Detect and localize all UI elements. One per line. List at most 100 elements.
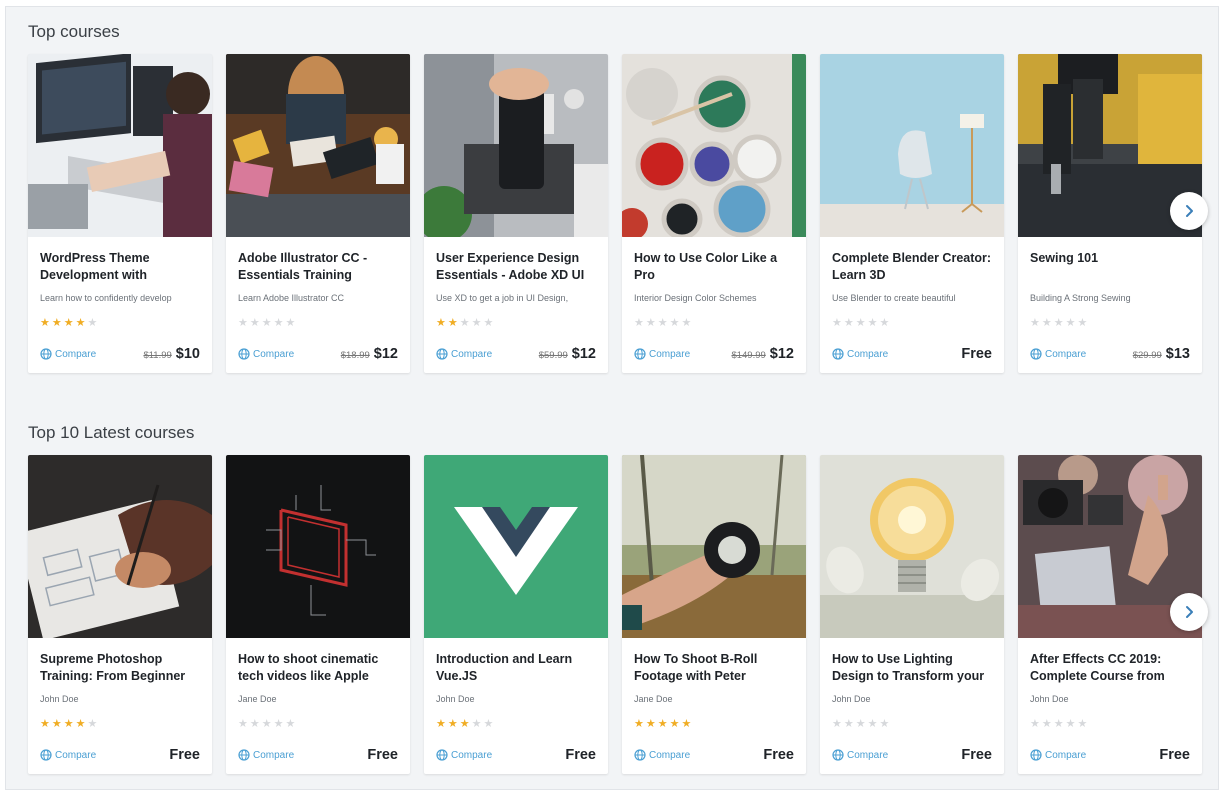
price: Free (961, 346, 992, 362)
carousel-next-button[interactable] (1170, 593, 1208, 631)
course-image[interactable] (226, 455, 410, 638)
course-instructor: Jane Doe (238, 694, 277, 704)
star-icon: ★ (832, 317, 842, 329)
course-image[interactable] (820, 54, 1004, 237)
course-title[interactable]: How to shoot cinematic tech videos like … (238, 651, 398, 685)
course-title[interactable]: How to Use Lighting Design to Transform … (832, 651, 992, 685)
price: $10 (175, 346, 200, 362)
card-footer: Compare Free (832, 345, 992, 363)
course-card[interactable]: Introduction and Learn Vue.JS John Doe ★… (424, 455, 608, 774)
course-card[interactable]: Complete Blender Creator: Learn 3D Use B… (820, 54, 1004, 373)
course-title[interactable]: WordPress Theme Development with (40, 250, 200, 284)
carousel-next-button[interactable] (1170, 192, 1208, 230)
star-icon: ★ (436, 718, 446, 730)
price-area: Free (367, 747, 398, 763)
star-icon: ★ (1030, 317, 1040, 329)
star-icon: ★ (645, 718, 656, 730)
compare-link[interactable]: Compare (436, 348, 492, 360)
course-carousel: Supreme Photoshop Training: From Beginne… (28, 455, 1208, 774)
compare-label: Compare (55, 348, 97, 360)
compare-link[interactable]: Compare (634, 348, 690, 360)
star-icon: ★ (273, 317, 284, 329)
course-card[interactable]: User Experience Design Essentials - Adob… (424, 54, 608, 373)
star-icon: ★ (261, 317, 272, 329)
star-icon: ★ (1041, 718, 1052, 730)
price: Free (763, 747, 794, 763)
star-icon: ★ (273, 718, 284, 730)
course-title[interactable]: Sewing 101 (1030, 250, 1190, 284)
course-card[interactable]: How To Shoot B-Roll Footage with Peter J… (622, 455, 806, 774)
course-title[interactable]: Supreme Photoshop Training: From Beginne… (40, 651, 200, 685)
star-icon: ★ (87, 718, 98, 730)
course-card[interactable]: Adobe Illustrator CC - Essentials Traini… (226, 54, 410, 373)
course-title[interactable]: How To Shoot B-Roll Footage with Peter (634, 651, 794, 685)
globe-icon (238, 348, 250, 360)
globe-icon (832, 348, 844, 360)
course-card[interactable]: How to Use Lighting Design to Transform … (820, 455, 1004, 774)
course-image[interactable] (424, 54, 608, 237)
star-icon: ★ (447, 718, 458, 730)
compare-link[interactable]: Compare (1030, 348, 1086, 360)
compare-label: Compare (649, 348, 691, 360)
course-image[interactable] (28, 455, 212, 638)
course-carousel: WordPress Theme Development with Learn h… (28, 54, 1208, 373)
compare-link[interactable]: Compare (40, 749, 96, 761)
globe-icon (634, 749, 646, 761)
compare-link[interactable]: Compare (634, 749, 690, 761)
star-icon: ★ (855, 317, 866, 329)
globe-icon (436, 749, 448, 761)
course-card[interactable]: Supreme Photoshop Training: From Beginne… (28, 455, 212, 774)
compare-link[interactable]: Compare (238, 749, 294, 761)
compare-link[interactable]: Compare (40, 348, 96, 360)
star-icon: ★ (436, 317, 446, 329)
star-icon: ★ (669, 718, 680, 730)
course-card[interactable]: How to Use Color Like a Pro Interior Des… (622, 54, 806, 373)
rating-stars: ★ ★ ★ ★ ★ (436, 317, 596, 329)
compare-label: Compare (451, 749, 493, 761)
price: Free (565, 747, 596, 763)
course-image[interactable] (622, 455, 806, 638)
course-image[interactable] (28, 54, 212, 237)
compare-link[interactable]: Compare (1030, 749, 1086, 761)
rating-stars: ★ ★ ★ ★ ★ (1030, 317, 1190, 329)
rating-stars: ★ ★ ★ ★ ★ (238, 317, 398, 329)
course-instructor: John Doe (1030, 694, 1069, 704)
course-title[interactable]: Complete Blender Creator: Learn 3D (832, 250, 992, 284)
chevron-right-icon (1186, 205, 1193, 217)
card-body: How to Use Color Like a Pro Interior Des… (622, 237, 806, 373)
card-body: How to Use Lighting Design to Transform … (820, 638, 1004, 774)
rating-stars: ★ ★ ★ ★ ★ (238, 718, 398, 730)
card-body: Adobe Illustrator CC - Essentials Traini… (226, 237, 410, 373)
star-icon: ★ (1053, 317, 1064, 329)
course-title[interactable]: Introduction and Learn Vue.JS (436, 651, 596, 685)
price: Free (169, 747, 200, 763)
compare-link[interactable]: Compare (832, 749, 888, 761)
compare-label: Compare (55, 749, 97, 761)
course-image[interactable] (424, 455, 608, 638)
course-card[interactable]: How to shoot cinematic tech videos like … (226, 455, 410, 774)
compare-link[interactable]: Compare (238, 348, 294, 360)
star-icon: ★ (879, 718, 890, 730)
star-icon: ★ (483, 317, 494, 329)
course-image[interactable] (820, 455, 1004, 638)
course-title[interactable]: After Effects CC 2019: Complete Course f… (1030, 651, 1190, 685)
course-card[interactable]: WordPress Theme Development with Learn h… (28, 54, 212, 373)
card-body: How To Shoot B-Roll Footage with Peter J… (622, 638, 806, 774)
star-icon: ★ (645, 317, 656, 329)
star-icon: ★ (51, 317, 62, 329)
price: $12 (571, 346, 596, 362)
course-title[interactable]: Adobe Illustrator CC - Essentials Traini… (238, 250, 398, 284)
course-subtitle: Use Blender to create beautiful (832, 293, 956, 303)
star-icon: ★ (867, 718, 878, 730)
course-image[interactable] (622, 54, 806, 237)
compare-link[interactable]: Compare (832, 348, 888, 360)
section-title: Top 10 Latest courses (28, 423, 195, 442)
star-icon: ★ (855, 718, 866, 730)
star-icon: ★ (1077, 718, 1088, 730)
course-image[interactable] (226, 54, 410, 237)
star-icon: ★ (75, 317, 86, 329)
course-title[interactable]: How to Use Color Like a Pro (634, 250, 794, 284)
compare-link[interactable]: Compare (436, 749, 492, 761)
course-title[interactable]: User Experience Design Essentials - Adob… (436, 250, 596, 284)
rating-stars: ★ ★ ★ ★ ★ (634, 317, 794, 329)
